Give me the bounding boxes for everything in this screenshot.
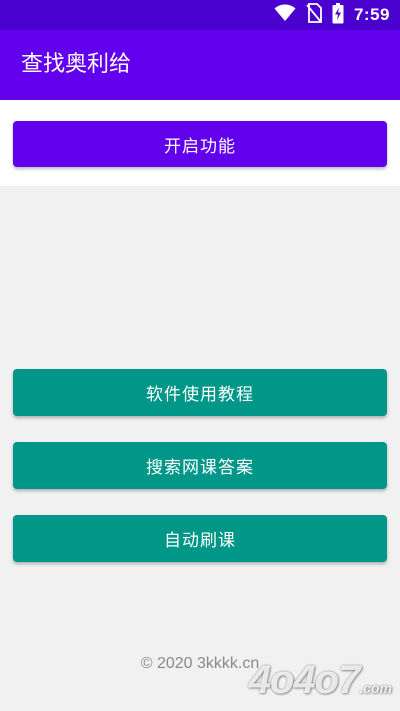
start-function-button[interactable]: 开启功能 [13, 121, 387, 167]
status-bar: 7:59 [0, 0, 400, 30]
watermark-suffix: .com [359, 680, 392, 696]
battery-charging-icon [332, 2, 344, 28]
top-section: 开启功能 [0, 100, 400, 186]
watermark-text: 4o4o7 [248, 658, 361, 702]
app-title: 查找奥利给 [21, 52, 132, 77]
search-answers-button[interactable]: 搜索网课答案 [13, 442, 387, 489]
app-bar: 查找奥利给 [0, 30, 400, 100]
no-sim-icon [306, 3, 322, 27]
tutorial-button[interactable]: 软件使用教程 [13, 369, 387, 416]
status-time: 7:59 [353, 5, 390, 24]
screen: { "status_bar": { "time": "7:59", "icons… [0, 0, 400, 711]
status-icons: 7:59 [274, 2, 390, 28]
wifi-icon [274, 4, 296, 26]
auto-course-button[interactable]: 自动刷课 [13, 515, 387, 562]
watermark-logo: 4o4o7.com [249, 658, 392, 703]
